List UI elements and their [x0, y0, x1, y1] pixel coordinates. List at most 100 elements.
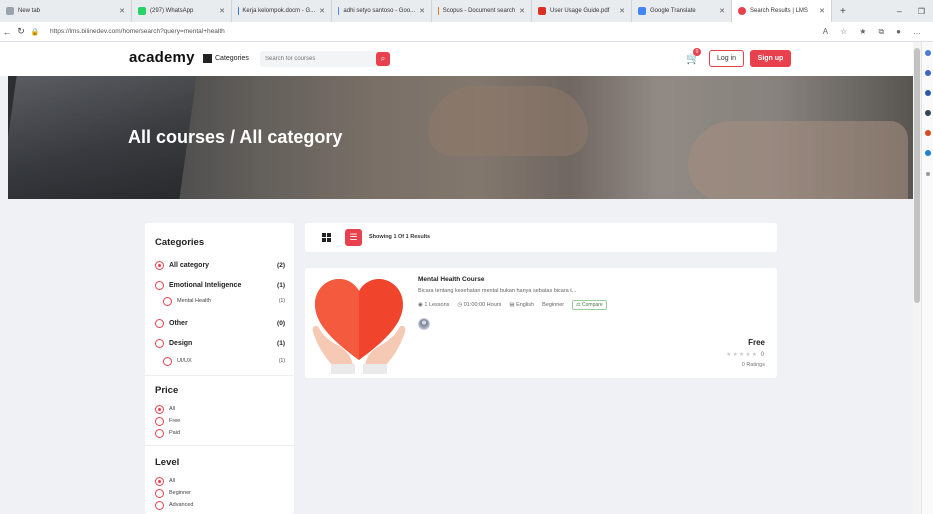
- grid-view-icon[interactable]: [322, 233, 332, 243]
- filter-category-design[interactable]: Design (1): [155, 337, 285, 349]
- tab-label: adhi setyo santoso - Goo...: [343, 8, 416, 14]
- translate-icon: [638, 7, 646, 15]
- tab-whatsapp[interactable]: (297) WhatsApp ✕: [132, 0, 232, 22]
- tab-label: Kerja kelompok.docm - G...: [242, 8, 316, 14]
- tab-new-tab[interactable]: New tab ✕: [0, 0, 132, 22]
- filter-level-beginner[interactable]: Beginner: [155, 487, 285, 499]
- radio-button[interactable]: [155, 260, 164, 270]
- filter-level-advanced[interactable]: Advanced: [155, 499, 285, 511]
- filter-category-all[interactable]: All category (2): [155, 259, 285, 271]
- search-bar: ⌕: [260, 51, 390, 67]
- radio-button[interactable]: [163, 296, 172, 306]
- cart-count-badge: 0: [693, 48, 701, 56]
- tab-docs[interactable]: Kerja kelompok.docm - G... ✕: [232, 0, 332, 22]
- search-icon[interactable]: ⌕: [376, 52, 390, 66]
- close-icon[interactable]: ✕: [619, 7, 625, 15]
- course-thumbnail[interactable]: [309, 272, 409, 374]
- filter-label: All: [169, 478, 176, 484]
- course-title[interactable]: Mental Health Course: [418, 276, 484, 283]
- filter-level-all[interactable]: All: [155, 475, 285, 487]
- filter-category-uiux[interactable]: UI/UX (1): [163, 355, 285, 367]
- profile-icon[interactable]: ●: [896, 27, 901, 37]
- radio-button[interactable]: [155, 404, 164, 414]
- scholar-icon: [338, 7, 340, 15]
- browser-sidebar: [921, 42, 933, 514]
- radio-button[interactable]: [155, 500, 164, 510]
- close-icon[interactable]: ✕: [119, 7, 125, 15]
- duration-value: 01:00:00 Hours: [463, 302, 502, 308]
- back-icon[interactable]: ←: [0, 27, 14, 37]
- filter-category-emotional[interactable]: Emotional Inteligence (1): [155, 279, 285, 291]
- tab-label: New tab: [18, 8, 41, 14]
- instructor-avatar[interactable]: [418, 318, 430, 330]
- tools-icon[interactable]: [925, 90, 931, 96]
- favorites-icon[interactable]: ★: [859, 27, 866, 37]
- filter-count: (1): [278, 358, 285, 364]
- add-icon[interactable]: [926, 172, 930, 176]
- categories-button[interactable]: Categories: [203, 54, 249, 63]
- close-icon[interactable]: ✕: [819, 7, 825, 15]
- filter-label: All: [169, 406, 176, 412]
- list-view-icon[interactable]: ☰: [345, 229, 362, 246]
- radio-button[interactable]: [155, 280, 164, 290]
- office-icon[interactable]: [925, 130, 931, 136]
- url-field[interactable]: https://lms.bilinedev.com/home/search?qu…: [50, 28, 225, 35]
- radio-button[interactable]: [163, 356, 172, 366]
- search-icon[interactable]: [925, 50, 931, 56]
- filter-category-other[interactable]: Other (0): [155, 317, 285, 329]
- course-price: Free: [748, 338, 765, 347]
- favorite-icon[interactable]: ☆: [840, 27, 847, 37]
- filter-count: (2): [277, 261, 285, 269]
- radio-button[interactable]: [155, 338, 164, 348]
- filter-price-free[interactable]: Free: [155, 415, 285, 427]
- filter-category-mental-health[interactable]: Mental Health (1): [163, 295, 285, 307]
- tab-scholar[interactable]: adhi setyo santoso - Goo... ✕: [332, 0, 432, 22]
- language-info: ▤ English: [509, 302, 534, 308]
- signup-button[interactable]: Sign up: [750, 50, 791, 67]
- read-aloud-icon[interactable]: A: [823, 27, 828, 37]
- cart-icon[interactable]: 🛒 0: [686, 48, 701, 65]
- filter-label: Paid: [169, 430, 181, 436]
- radio-button[interactable]: [155, 488, 164, 498]
- close-icon[interactable]: ✕: [519, 7, 525, 15]
- browser-toolbar: A ☆ ★ ⧉ ● …: [823, 27, 933, 37]
- filter-price-all[interactable]: All: [155, 403, 285, 415]
- restore-button[interactable]: ❐: [910, 7, 933, 16]
- collections-icon[interactable]: ⧉: [878, 27, 884, 37]
- scrollbar-thumb[interactable]: [914, 48, 920, 303]
- compare-label: Compare: [582, 302, 603, 308]
- minimize-button[interactable]: –: [889, 6, 910, 16]
- radio-button[interactable]: [155, 476, 164, 486]
- login-button[interactable]: Log in: [709, 50, 744, 67]
- pdf-icon: [538, 7, 546, 15]
- grid-icon: [203, 54, 212, 63]
- compare-button[interactable]: ⚖ Compare: [572, 300, 607, 310]
- shopping-icon[interactable]: [925, 70, 931, 76]
- course-card[interactable]: Mental Health Course Bicara tentang kese…: [305, 268, 777, 378]
- radio-button[interactable]: [155, 416, 164, 426]
- filter-label: UI/UX: [177, 358, 192, 364]
- tab-search-results[interactable]: Search Results | LMS ✕: [732, 0, 832, 22]
- refresh-icon[interactable]: ↻: [14, 26, 28, 37]
- search-input[interactable]: [265, 53, 370, 65]
- games-icon[interactable]: [925, 110, 931, 116]
- site-logo[interactable]: academy: [129, 49, 195, 66]
- more-icon[interactable]: …: [913, 27, 921, 37]
- tab-pdf[interactable]: User Usage Guide.pdf ✕: [532, 0, 632, 22]
- browser-tab-strip: New tab ✕ (297) WhatsApp ✕ Kerja kelompo…: [0, 0, 933, 22]
- close-icon[interactable]: ✕: [719, 7, 725, 15]
- page-scrollbar[interactable]: [913, 42, 921, 514]
- radio-button[interactable]: [155, 428, 164, 438]
- filter-price-paid[interactable]: Paid: [155, 427, 285, 439]
- close-icon[interactable]: ✕: [219, 7, 225, 15]
- new-tab-button[interactable]: +: [832, 6, 854, 17]
- outlook-icon[interactable]: [925, 150, 931, 156]
- radio-button[interactable]: [155, 318, 164, 328]
- tab-translate[interactable]: Google Translate ✕: [632, 0, 732, 22]
- level-value: Beginner: [542, 302, 565, 308]
- lessons-info: ◉ 1 Lessons: [418, 302, 449, 308]
- close-icon[interactable]: ✕: [319, 7, 325, 15]
- rating-stars: ★★★★★ 0: [726, 351, 765, 358]
- close-icon[interactable]: ✕: [419, 7, 425, 15]
- tab-scopus[interactable]: Scopus - Document search ✕: [432, 0, 532, 22]
